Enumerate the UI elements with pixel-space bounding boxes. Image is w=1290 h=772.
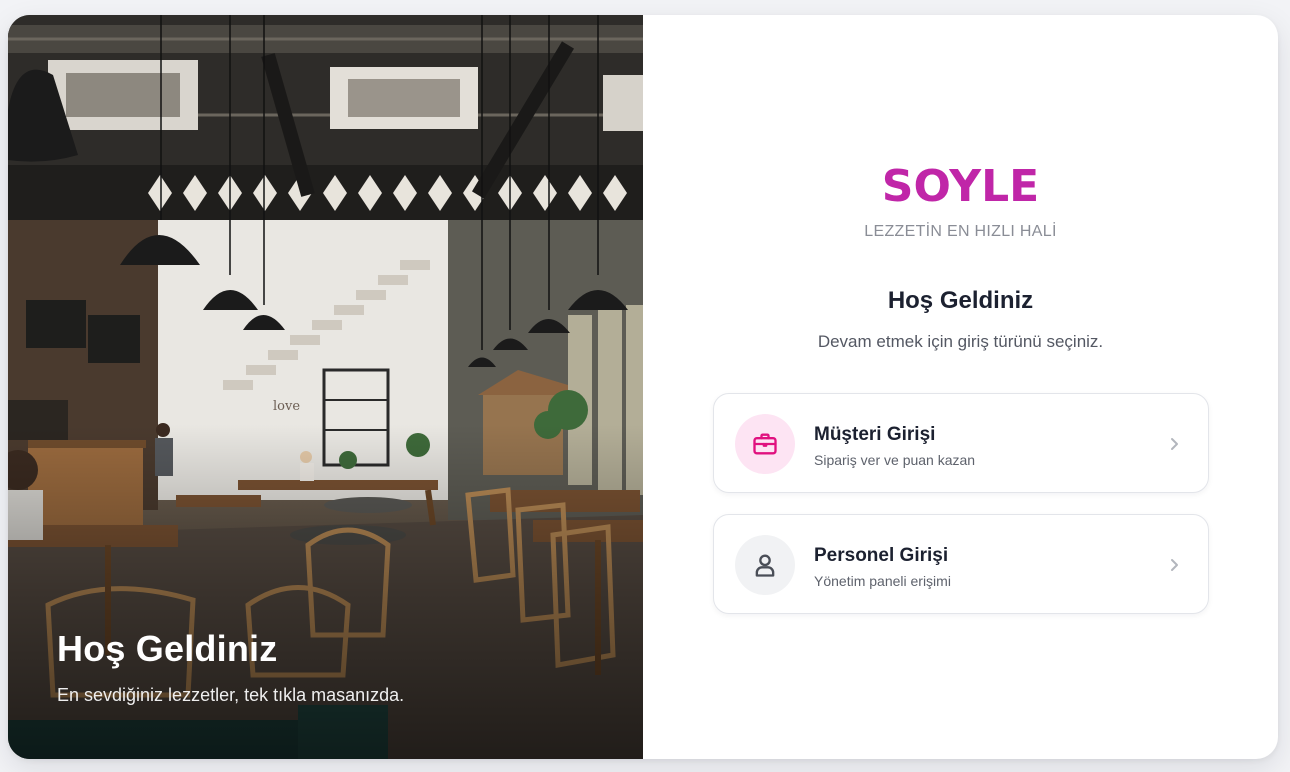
staff-login-button[interactable]: Personel Girişi Yönetim paneli erişimi — [713, 514, 1209, 614]
customer-login-title: Müşteri Girişi — [814, 424, 936, 445]
brand-tagline: LEZZETİN EN HIZLI HALİ — [864, 223, 1057, 240]
login-panel: SOYLE LEZZETİN EN HIZLI HALİ Hoş Geldini… — [643, 15, 1278, 759]
login-card: love — [8, 15, 1278, 759]
chevron-right-icon — [1171, 438, 1178, 450]
customer-login-button[interactable]: Müşteri Girişi Sipariş ver ve puan kazan — [713, 393, 1209, 493]
login-instruction: Devam etmek için giriş türünü seçiniz. — [817, 332, 1104, 351]
staff-icon-badge — [735, 535, 795, 595]
briefcase-icon — [753, 433, 777, 455]
welcome-heading: Hoş Geldiniz — [887, 287, 1034, 314]
staff-login-description: Yönetim paneli erişimi — [814, 573, 951, 589]
brand-logo: SOYLE — [881, 161, 1040, 212]
chevron-right-icon — [1171, 559, 1178, 571]
staff-login-title: Personel Girişi — [814, 545, 949, 566]
customer-icon-badge — [735, 414, 795, 474]
hero-subtitle: En sevdiğiniz lezzetler, tek tıkla masan… — [57, 685, 405, 705]
hero-title: Hoş Geldiniz — [57, 628, 278, 669]
customer-login-description: Sipariş ver ve puan kazan — [814, 452, 976, 468]
hero-panel: love — [8, 15, 643, 759]
user-icon — [755, 554, 775, 577]
